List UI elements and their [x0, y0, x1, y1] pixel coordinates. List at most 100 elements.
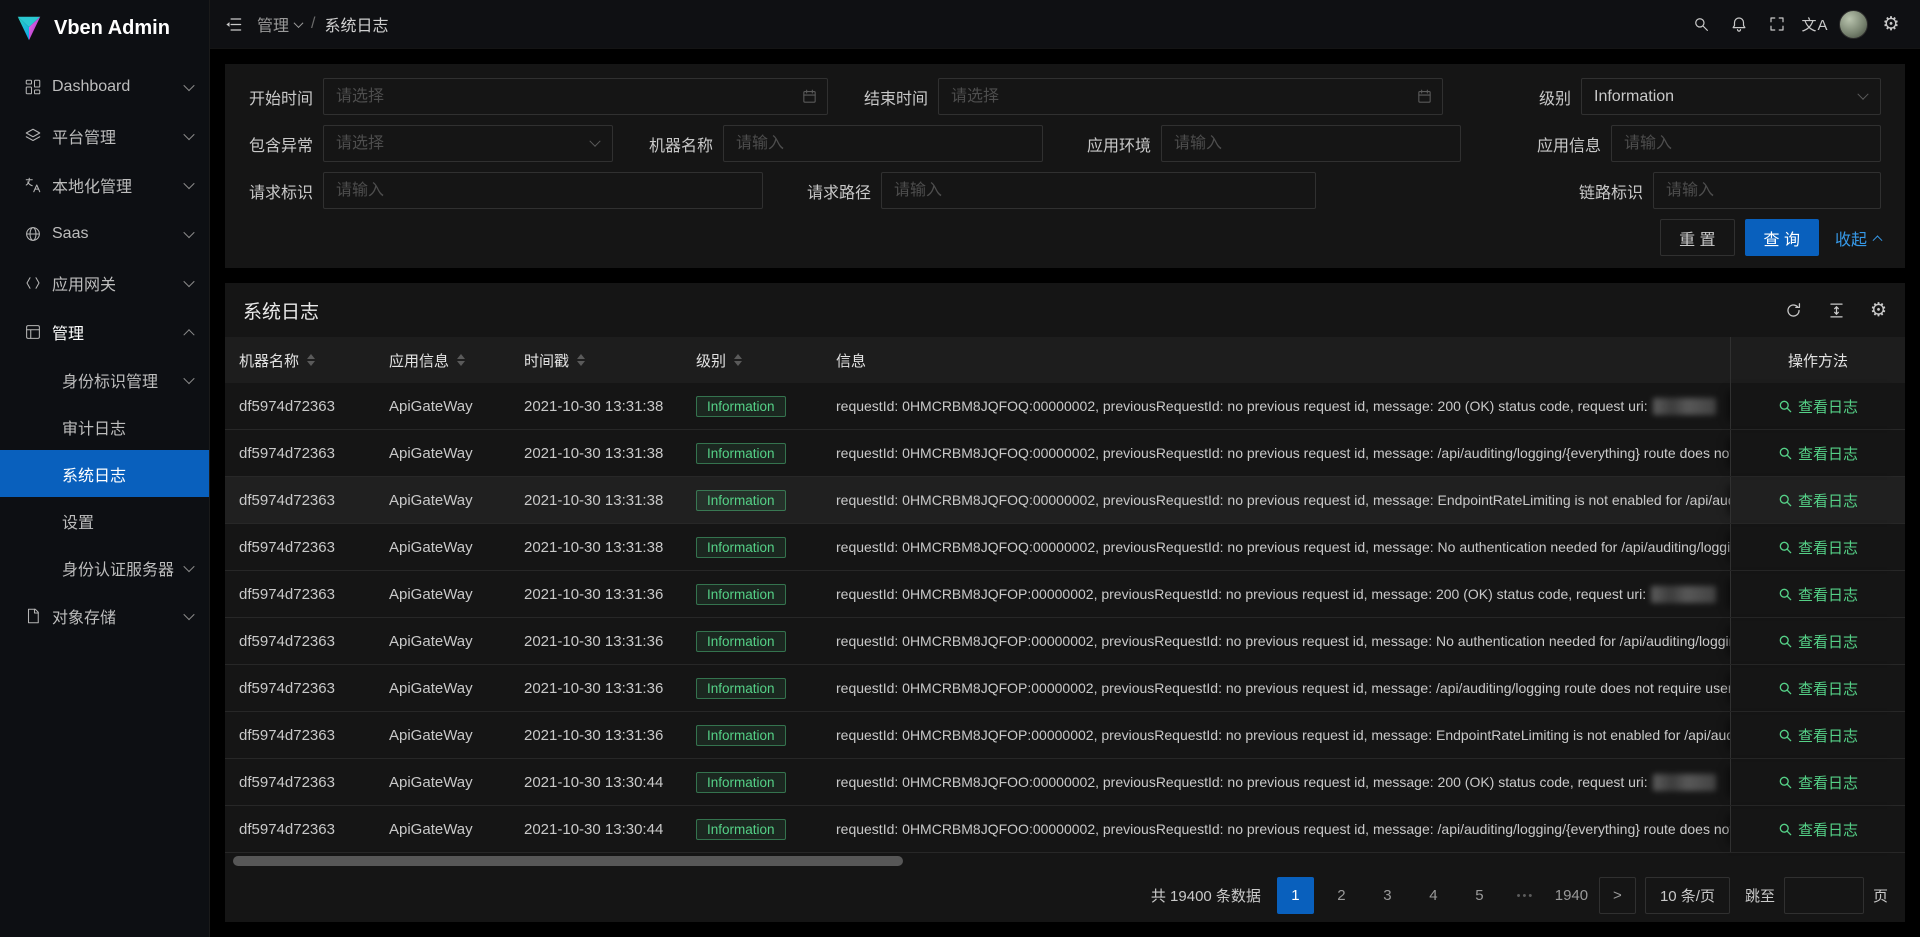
chevron-down-icon: [183, 560, 194, 571]
end-time-input[interactable]: [939, 79, 1442, 114]
language-button[interactable]: 文A: [1796, 0, 1834, 49]
page-button-4[interactable]: 4: [1415, 877, 1452, 914]
exception-select-value[interactable]: [324, 126, 612, 161]
start-time-input[interactable]: [324, 79, 827, 114]
column-header-timestamp[interactable]: 时间戳: [510, 337, 682, 383]
sidebar-item-localization[interactable]: 本地化管理: [0, 160, 209, 209]
sidebar-item-platform[interactable]: 平台管理: [0, 111, 209, 160]
table-row[interactable]: df5974d72363 ApiGateWay 2021-10-30 13:31…: [225, 383, 1905, 430]
app-env-box[interactable]: [1161, 125, 1461, 162]
app-info-box[interactable]: [1611, 125, 1881, 162]
machine-name-label: 机器名称: [649, 132, 713, 156]
dashboard-icon: [24, 78, 42, 96]
notifications-button[interactable]: [1720, 0, 1758, 49]
vben-logo-icon: [14, 13, 44, 43]
view-log-link[interactable]: 查看日志: [1778, 584, 1858, 605]
reset-button[interactable]: 重 置: [1660, 219, 1734, 256]
refresh-icon[interactable]: [1784, 301, 1803, 320]
scrollbar-thumb[interactable]: [233, 856, 903, 866]
menu-fold-icon[interactable]: [224, 15, 243, 34]
page-button-3[interactable]: 3: [1369, 877, 1406, 914]
app-env-input[interactable]: [1162, 126, 1460, 161]
page-button-1[interactable]: 1: [1277, 877, 1314, 914]
sidebar-item-system-logs[interactable]: 系统日志: [0, 450, 209, 497]
page-button-last[interactable]: 1940: [1553, 877, 1590, 914]
page-button-5[interactable]: 5: [1461, 877, 1498, 914]
view-log-link[interactable]: 查看日志: [1778, 537, 1858, 558]
cell-timestamp: 2021-10-30 13:31:36: [510, 712, 682, 758]
level-select[interactable]: [1581, 78, 1881, 115]
sort-icons[interactable]: [457, 354, 465, 366]
table-row[interactable]: df5974d72363 ApiGateWay 2021-10-30 13:31…: [225, 477, 1905, 524]
sort-icons[interactable]: [307, 354, 315, 366]
app-info-input[interactable]: [1612, 126, 1880, 161]
horizontal-scrollbar[interactable]: [228, 855, 1902, 867]
cell-actions: 查看日志: [1730, 665, 1905, 711]
search-button[interactable]: [1682, 0, 1720, 49]
column-height-icon[interactable]: [1827, 301, 1846, 320]
next-page-button[interactable]: >: [1599, 877, 1636, 914]
request-path-box[interactable]: [881, 172, 1316, 209]
sidebar-item-identity-server[interactable]: 身份认证服务器: [0, 544, 209, 591]
table-row[interactable]: df5974d72363 ApiGateWay 2021-10-30 13:31…: [225, 524, 1905, 571]
jump-page-input[interactable]: [1784, 877, 1864, 914]
table-row[interactable]: df5974d72363 ApiGateWay 2021-10-30 13:31…: [225, 712, 1905, 759]
request-path-input[interactable]: [882, 173, 1315, 208]
view-log-link[interactable]: 查看日志: [1778, 443, 1858, 464]
sidebar-item-management[interactable]: 管理: [0, 307, 209, 356]
cell-machine-name: df5974d72363: [225, 618, 375, 664]
view-log-link[interactable]: 查看日志: [1778, 396, 1858, 417]
column-header-machine[interactable]: 机器名称: [225, 337, 375, 383]
view-log-link[interactable]: 查看日志: [1778, 490, 1858, 511]
breadcrumb-parent[interactable]: 管理: [257, 12, 302, 36]
table-settings-icon[interactable]: ⚙: [1870, 301, 1887, 320]
sidebar-item-gateway[interactable]: 应用网关: [0, 258, 209, 307]
request-id-input[interactable]: [324, 173, 762, 208]
level-badge: Information: [696, 631, 786, 652]
fullscreen-button[interactable]: [1758, 0, 1796, 49]
magnifier-icon: [1778, 587, 1793, 602]
table-row[interactable]: df5974d72363 ApiGateWay 2021-10-30 13:30…: [225, 759, 1905, 806]
view-log-link[interactable]: 查看日志: [1778, 631, 1858, 652]
view-log-link[interactable]: 查看日志: [1778, 819, 1858, 840]
page-button-2[interactable]: 2: [1323, 877, 1360, 914]
chevron-down-icon: [183, 608, 194, 619]
sort-icons[interactable]: [734, 354, 742, 366]
sort-icons[interactable]: [577, 354, 585, 366]
table-row[interactable]: df5974d72363 ApiGateWay 2021-10-30 13:31…: [225, 665, 1905, 712]
logo[interactable]: Vben Admin: [0, 0, 209, 56]
column-header-app[interactable]: 应用信息: [375, 337, 510, 383]
sidebar-item-audit-logs[interactable]: 审计日志: [0, 403, 209, 450]
query-button[interactable]: 查 询: [1745, 219, 1819, 256]
sidebar-item-identity-management[interactable]: 身份标识管理: [0, 356, 209, 403]
page-size-select[interactable]: 10 条/页: [1645, 877, 1730, 914]
view-log-link[interactable]: 查看日志: [1778, 772, 1858, 793]
sidebar-item-object-storage[interactable]: 对象存储: [0, 591, 209, 640]
settings-button[interactable]: ⚙: [1872, 0, 1910, 49]
user-menu-button[interactable]: [1834, 0, 1872, 49]
sidebar-item-saas[interactable]: Saas: [0, 209, 209, 258]
page-unit-label: 页: [1873, 885, 1888, 906]
trace-id-box[interactable]: [1653, 172, 1881, 209]
trace-id-input[interactable]: [1654, 173, 1880, 208]
view-log-link[interactable]: 查看日志: [1778, 678, 1858, 699]
machine-name-box[interactable]: [723, 125, 1043, 162]
request-id-box[interactable]: [323, 172, 763, 209]
start-time-picker[interactable]: [323, 78, 828, 115]
level-select-value[interactable]: [1582, 79, 1880, 114]
column-header-level[interactable]: 级别: [682, 337, 822, 383]
table-row[interactable]: df5974d72363 ApiGateWay 2021-10-30 13:31…: [225, 618, 1905, 665]
pagination-ellipsis[interactable]: •••: [1507, 877, 1544, 914]
sidebar-item-dashboard[interactable]: Dashboard: [0, 62, 209, 111]
exception-select[interactable]: [323, 125, 613, 162]
sidebar-item-settings[interactable]: 设置: [0, 497, 209, 544]
table-row[interactable]: df5974d72363 ApiGateWay 2021-10-30 13:31…: [225, 430, 1905, 477]
cell-message: requestId: 0HMCRBM8JQFOO:00000002, previ…: [822, 759, 1730, 805]
table-row[interactable]: df5974d72363 ApiGateWay 2021-10-30 13:31…: [225, 571, 1905, 618]
end-time-picker[interactable]: [938, 78, 1443, 115]
cell-timestamp: 2021-10-30 13:31:38: [510, 524, 682, 570]
collapse-form-link[interactable]: 收起: [1835, 226, 1881, 250]
table-row[interactable]: df5974d72363 ApiGateWay 2021-10-30 13:30…: [225, 806, 1905, 853]
view-log-link[interactable]: 查看日志: [1778, 725, 1858, 746]
machine-name-input[interactable]: [724, 126, 1042, 161]
